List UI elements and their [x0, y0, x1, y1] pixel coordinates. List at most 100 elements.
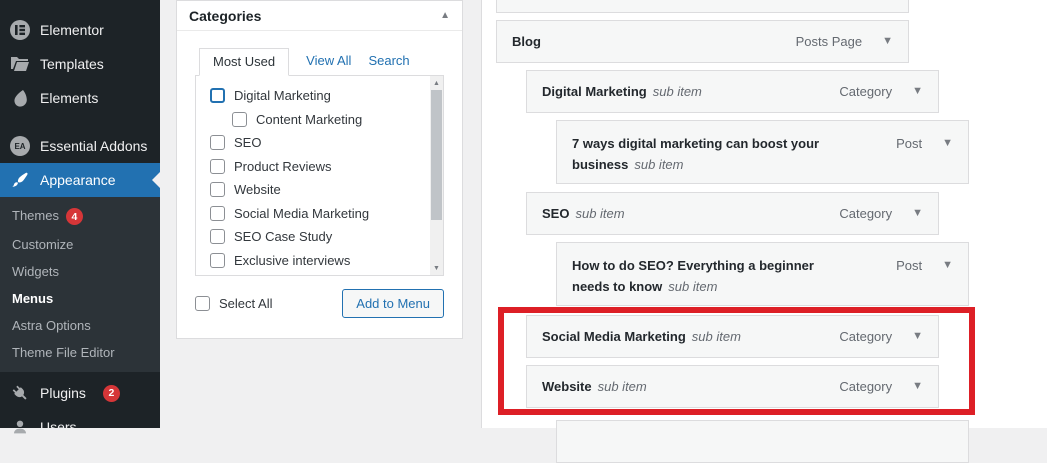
sidebar-item-label: Appearance — [40, 172, 116, 188]
tab-search[interactable]: Search — [368, 53, 409, 68]
menu-item-title: Blog — [512, 34, 541, 49]
submenu-item-customize[interactable]: Customize — [0, 231, 160, 258]
category-label[interactable]: Content Marketing — [256, 112, 362, 127]
menu-item-sub-label: sub item — [691, 329, 741, 344]
sidebar-item-label: Essential Addons — [40, 138, 148, 154]
submenu-item-theme-file-editor[interactable]: Theme File Editor — [0, 339, 160, 366]
menu-item-sub-label: sub item — [668, 279, 718, 294]
sidebar-item-elementor[interactable]: Elementor — [0, 13, 160, 47]
sidebar-item-label: Elementor — [40, 22, 104, 38]
category-checkbox[interactable] — [210, 229, 225, 245]
scroll-down-icon[interactable]: ▼ — [430, 261, 443, 275]
sidebar-item-label: Elements — [40, 90, 99, 106]
tab-view-all[interactable]: View All — [306, 53, 351, 68]
update-count-badge: 4 — [65, 208, 83, 226]
appearance-icon — [10, 170, 30, 190]
expand-arrow-down-icon[interactable]: ▼ — [912, 81, 923, 102]
submenu-item-label: Customize — [12, 237, 74, 253]
scrollbar[interactable]: ▲ ▼ — [430, 76, 443, 275]
plugins-icon — [10, 383, 30, 403]
menu-item-sub-label: sub item — [597, 379, 647, 394]
update-count-badge: 2 — [102, 384, 120, 402]
menu-item-type-label: Post — [896, 136, 923, 151]
menu-item-website[interactable]: Website sub item Category ▼ — [526, 365, 939, 408]
select-all-label[interactable]: Select All — [219, 296, 272, 311]
menu-item-title: Website — [542, 379, 592, 394]
category-checkbox[interactable] — [210, 182, 225, 198]
templates-icon — [10, 54, 30, 74]
add-to-menu-button[interactable]: Add to Menu — [342, 289, 444, 318]
sidebar-item-appearance[interactable]: Appearance — [0, 163, 160, 197]
submenu-item-label: Menus — [12, 291, 54, 307]
sidebar-item-elements[interactable]: Elements — [0, 81, 160, 115]
categories-tabs: Most Used View All Search — [195, 47, 444, 76]
sidebar-item-essential-addons[interactable]: EA Essential Addons — [0, 129, 160, 163]
menu-item-partial-top[interactable] — [496, 0, 909, 13]
submenu-item-label: Themes — [12, 208, 59, 223]
menu-item-sub-label: sub item — [634, 157, 684, 172]
category-label[interactable]: SEO — [234, 135, 261, 150]
category-checkbox[interactable] — [210, 135, 225, 151]
menu-item-7-ways-digital-marketing-can-boost-your-business[interactable]: 7 ways digital marketing can boost your … — [556, 120, 969, 184]
category-checkbox[interactable] — [210, 205, 225, 221]
category-list-item: Exclusive interviews — [196, 249, 443, 273]
elements-icon — [10, 88, 30, 108]
select-all-checkbox[interactable] — [195, 296, 210, 311]
submenu-item-themes[interactable]: Themes 4 — [0, 202, 160, 231]
menu-item-title: Digital Marketing — [542, 84, 647, 99]
submenu-item-astra-options[interactable]: Astra Options — [0, 312, 160, 339]
submenu-item-label: Theme File Editor — [12, 345, 115, 361]
menu-item-how-to-do-seo-everything-a-beginner-needs-to-know[interactable]: How to do SEO? Everything a beginner nee… — [556, 242, 969, 306]
menu-structure-panel: Blog Posts Page ▼ Digital Marketing sub item… — [481, 0, 1047, 463]
expand-arrow-down-icon[interactable]: ▼ — [942, 255, 953, 276]
category-label[interactable]: Exclusive interviews — [234, 253, 350, 268]
menu-item-title: SEO — [542, 206, 570, 221]
appearance-submenu: Themes 4 Customize Widgets Menus Astra Option… — [0, 197, 160, 373]
submenu-item-menus[interactable]: Menus — [0, 285, 160, 312]
menu-item-social-media-marketing[interactable]: Social Media Marketing sub item Category ▼ — [526, 315, 939, 358]
scroll-up-icon[interactable]: ▲ — [430, 76, 443, 90]
expand-arrow-down-icon[interactable]: ▼ — [942, 133, 953, 154]
category-label[interactable]: Social Media Marketing — [234, 206, 369, 221]
category-list-item: Content Marketing — [196, 108, 443, 132]
menu-item-sub-label: sub item — [652, 84, 702, 99]
essential-addons-icon: EA — [10, 136, 30, 156]
menu-item-title: 7 ways digital marketing can boost your … — [572, 136, 820, 172]
categories-metabox-header[interactable]: Categories ▲ — [177, 1, 462, 31]
scrollbar-thumb[interactable] — [431, 90, 442, 220]
admin-sidebar: Elementor Templates Elements EA Essential Ad… — [0, 0, 160, 435]
elementor-icon — [10, 20, 30, 40]
sidebar-item-templates[interactable]: Templates — [0, 47, 160, 81]
expand-arrow-down-icon[interactable]: ▼ — [912, 203, 923, 224]
submenu-item-widgets[interactable]: Widgets — [0, 258, 160, 285]
menu-item-digital-marketing[interactable]: Digital Marketing sub item Category ▼ — [526, 70, 939, 113]
category-checkbox[interactable] — [210, 88, 225, 104]
category-list-item: Product Reviews — [196, 155, 443, 179]
category-checkbox[interactable] — [232, 111, 247, 127]
category-label[interactable]: Digital Marketing — [234, 88, 331, 103]
sidebar-item-label: Plugins — [40, 385, 86, 402]
menu-item-type-label: Post — [896, 258, 923, 273]
collapse-arrow-up-icon[interactable]: ▲ — [440, 10, 450, 21]
tab-most-used[interactable]: Most Used — [199, 48, 290, 76]
expand-arrow-down-icon[interactable]: ▼ — [912, 376, 923, 397]
sidebar-item-users[interactable]: Users — [0, 410, 160, 444]
category-label[interactable]: Product Reviews — [234, 159, 332, 174]
sidebar-item-label: Users — [40, 419, 77, 436]
category-list-item: Social Media Marketing — [196, 202, 443, 226]
menu-item-partial-bottom[interactable] — [556, 420, 969, 463]
categories-metabox: Categories ▲ Most Used View All Search Dig… — [176, 0, 463, 339]
expand-arrow-down-icon[interactable]: ▼ — [912, 326, 923, 347]
category-checkbox[interactable] — [210, 158, 225, 174]
sidebar-item-plugins[interactable]: Plugins 2 — [0, 376, 160, 410]
menu-item-type-label: Category — [839, 206, 893, 221]
categories-checklist: Digital Marketing Content Marketing SEO Pro… — [195, 75, 444, 276]
category-label[interactable]: Website — [234, 182, 281, 197]
menu-item-seo[interactable]: SEO sub item Category ▼ — [526, 192, 939, 235]
expand-arrow-down-icon[interactable]: ▼ — [882, 31, 893, 52]
category-checkbox[interactable] — [210, 252, 225, 268]
category-list-item: SEO Case Study — [196, 225, 443, 249]
category-label[interactable]: SEO Case Study — [234, 229, 332, 244]
menu-item-blog[interactable]: Blog Posts Page ▼ — [496, 20, 909, 63]
submenu-item-label: Astra Options — [12, 318, 91, 334]
